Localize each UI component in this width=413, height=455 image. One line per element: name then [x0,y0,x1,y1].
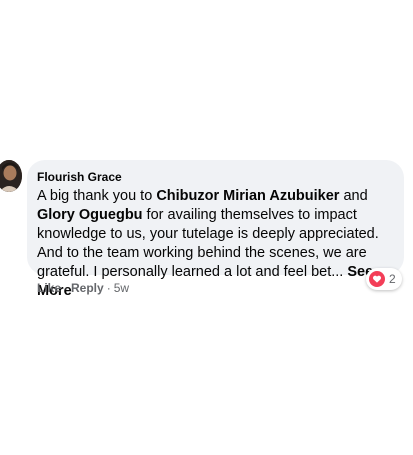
mention-link[interactable]: Chibuzor Mirian Azubuiker [156,188,339,204]
heart-icon [369,271,385,287]
avatar-image [0,160,22,192]
comment-author[interactable]: Flourish Grace [37,169,392,185]
comment-timestamp[interactable]: 5w [114,280,129,296]
mention-link[interactable]: Glory Oguegbu [37,207,143,223]
comment: Flourish Grace A big thank you to Chibuz… [0,160,413,300]
comment-text-part: and [339,188,368,204]
reaction-badge[interactable]: 2 [366,268,402,290]
reaction-count: 2 [389,272,396,286]
comment-text-part: A big thank you to [37,188,157,204]
comment-bubble: Flourish Grace A big thank you to Chibuz… [27,160,404,299]
like-button[interactable]: Like [37,280,61,296]
avatar[interactable] [0,160,22,192]
separator-dot: · [64,281,69,295]
separator-dot: · [106,281,111,295]
reply-button[interactable]: Reply [71,280,104,296]
comment-actions: Like · Reply · 5w [37,280,129,296]
